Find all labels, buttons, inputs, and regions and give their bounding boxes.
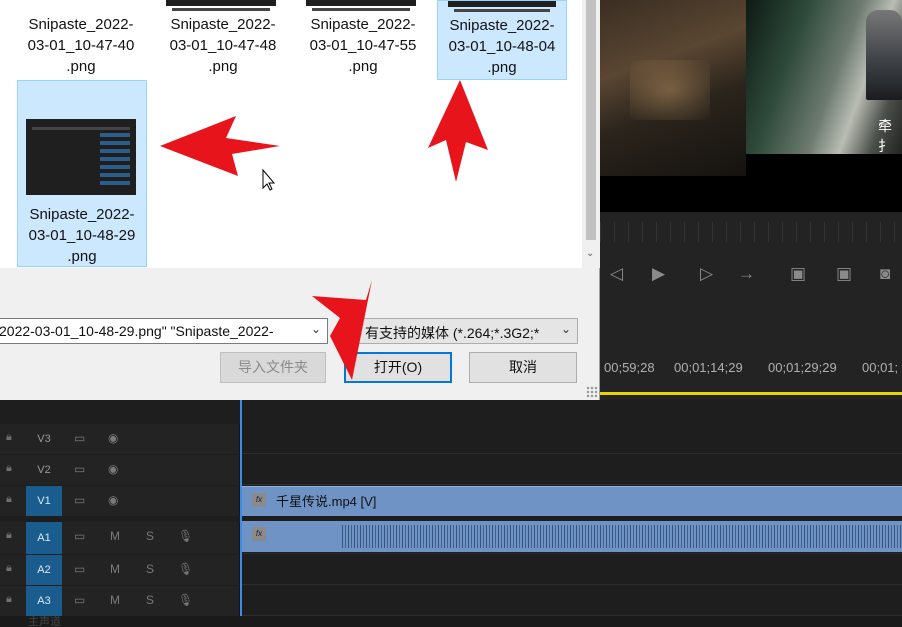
file-name: Snipaste_2022- 03-01_10-48-04 .png	[448, 17, 556, 76]
sync-lock-icon[interactable]: ▭	[74, 431, 85, 445]
file-name: Snipaste_2022- 03-01_10-47-40 .png	[27, 16, 135, 75]
video-frame-left	[600, 0, 746, 176]
vertical-scrollbar[interactable]: ⌄	[582, 0, 600, 268]
chevron-down-icon[interactable]: ⌄	[311, 322, 321, 336]
eye-icon[interactable]: ◉	[108, 462, 118, 476]
file-item[interactable]: Snipaste_2022- 03-01_10-47-55 .png	[298, 0, 428, 80]
file-thumbnail	[306, 0, 416, 11]
track-name[interactable]: A1	[26, 522, 62, 554]
lock-icon[interactable]: 🔒︎	[6, 562, 16, 574]
chevron-down-icon[interactable]: ⌄	[561, 322, 571, 336]
timeline-ruler[interactable]: 00;59;28 00;01;14;29 00;01;29;29 00;01;	[600, 300, 902, 400]
microphone-icon[interactable]: 🎙︎	[178, 529, 193, 543]
timecode-label: 00;01;29;29	[768, 360, 837, 375]
play-icon[interactable]: ▶	[652, 264, 665, 284]
track-header: 🔒︎ V2 ▭ ◉	[0, 455, 240, 485]
file-type-value: 有支持的媒体 (*.264;*.3G2;*	[365, 325, 540, 341]
timecode-label: 00;59;28	[604, 360, 655, 375]
solo-button[interactable]: S	[146, 593, 154, 607]
track-header: 🔒︎ A2 ▭ M S 🎙︎	[0, 555, 240, 585]
fx-badge[interactable]: fx	[252, 527, 266, 541]
file-type-filter[interactable]: 有支持的媒体 (*.264;*.3G2;* ⌄	[342, 318, 578, 344]
microphone-icon[interactable]: 🎙︎	[178, 593, 193, 607]
video-preview: 牵扌	[600, 0, 902, 212]
step-forward-icon[interactable]: ▷	[700, 264, 713, 284]
track-row-v2: 🔒︎ V2 ▭ ◉	[0, 455, 902, 485]
filename-value: 2022-03-01_10-48-29.png" "Snipaste_2022-	[0, 323, 274, 339]
eye-icon[interactable]: ◉	[108, 493, 118, 507]
lock-icon[interactable]: 🔒︎	[6, 431, 16, 443]
lock-icon[interactable]: 🔒︎	[6, 529, 16, 541]
fx-badge[interactable]: fx	[252, 493, 266, 507]
sync-lock-icon[interactable]: ▭	[74, 493, 85, 507]
track-name[interactable]: V1	[26, 486, 62, 516]
lock-icon[interactable]: 🔒︎	[6, 593, 16, 605]
mute-button[interactable]: M	[110, 593, 120, 607]
step-back-icon[interactable]: ◁	[610, 264, 623, 284]
go-to-out-icon[interactable]: →	[738, 264, 755, 284]
eye-icon[interactable]: ◉	[108, 431, 118, 445]
track-header: 🔒︎ A1 ▭ M S 🎙︎	[0, 522, 240, 554]
audio-waveform	[342, 525, 902, 548]
overwrite-icon[interactable]: ▣	[836, 264, 852, 284]
video-clip[interactable]: fx 千星传说.mp4 [V]	[242, 486, 902, 516]
track-row-a3: 🔒︎ A3 ▭ M S 🎙︎	[0, 586, 902, 616]
file-item[interactable]: Snipaste_2022- 03-01_10-47-48 .png	[158, 0, 288, 80]
scrollbar-thumb[interactable]	[586, 0, 596, 240]
program-monitor: 牵扌 ◁ ▶ ▷ → ▣ ▣ ◙	[600, 0, 902, 300]
sync-lock-icon[interactable]: ▭	[74, 562, 85, 576]
import-folder-button[interactable]: 导入文件夹	[220, 352, 326, 383]
playhead[interactable]	[240, 400, 242, 627]
file-name: Snipaste_2022- 03-01_10-47-55 .png	[309, 16, 417, 75]
sync-lock-icon[interactable]: ▭	[74, 462, 85, 476]
file-item[interactable]: Snipaste_2022- 03-01_10-47-40 .png	[16, 0, 146, 80]
clip-label: 千星传说.mp4 [V]	[276, 494, 377, 509]
track-row-a2: 🔒︎ A2 ▭ M S 🎙︎	[0, 555, 902, 585]
lock-icon[interactable]: 🔒︎	[6, 462, 16, 474]
mute-button[interactable]: M	[110, 562, 120, 576]
filename-field[interactable]: 2022-03-01_10-48-29.png" "Snipaste_2022-…	[0, 318, 328, 344]
screen: 牵扌 ◁ ▶ ▷ → ▣ ▣ ◙ 00;59;28 00;01;14;29 00…	[0, 0, 902, 627]
monitor-time-ruler[interactable]	[600, 222, 902, 242]
file-name: Snipaste_2022- 03-01_10-48-29 .png	[28, 206, 136, 265]
resize-grip[interactable]	[586, 386, 598, 398]
sync-lock-icon[interactable]: ▭	[74, 593, 85, 607]
audio-clip[interactable]: fx	[242, 521, 902, 552]
track-header: 🔒︎ A3 ▭ M S 🎙︎	[0, 586, 240, 616]
mute-button[interactable]: M	[110, 529, 120, 543]
master-track-label: 主声道	[28, 616, 61, 627]
track-row-v3: 🔒︎ V3 ▭ ◉	[0, 424, 902, 454]
timecode-label: 00;01;14;29	[674, 360, 743, 375]
track-name[interactable]: A3	[26, 586, 62, 616]
track-name[interactable]: A2	[26, 555, 62, 585]
track-name[interactable]: V2	[26, 455, 62, 485]
insert-icon[interactable]: ▣	[790, 264, 806, 284]
file-item-selected[interactable]: Snipaste_2022- 03-01_10-48-04 .png	[437, 0, 567, 80]
file-name: Snipaste_2022- 03-01_10-47-48 .png	[169, 16, 277, 75]
master-track-strip: 主声道	[0, 616, 902, 627]
file-thumbnail	[26, 119, 136, 195]
file-item-selected[interactable]: Snipaste_2022- 03-01_10-48-29 .png	[17, 80, 147, 267]
video-subtitle: 牵扌	[878, 118, 892, 154]
file-thumbnail	[166, 0, 276, 11]
camera-icon[interactable]: ◙	[880, 264, 890, 284]
transport-controls: ◁ ▶ ▷ → ▣ ▣ ◙	[600, 256, 902, 292]
microphone-icon[interactable]: 🎙︎	[178, 562, 193, 576]
file-thumbnail	[448, 1, 556, 12]
open-button[interactable]: 打开(O)	[344, 352, 452, 383]
lock-icon[interactable]: 🔒︎	[6, 493, 16, 505]
sync-lock-icon[interactable]: ▭	[74, 529, 85, 543]
chevron-down-icon[interactable]: ⌄	[586, 248, 594, 259]
solo-button[interactable]: S	[146, 562, 154, 576]
open-file-dialog: Snipaste_2022- 03-01_10-47-40 .png Snipa…	[0, 0, 600, 400]
work-area-bar[interactable]	[600, 392, 902, 395]
timecode-label: 00;01;	[862, 360, 899, 375]
solo-button[interactable]: S	[146, 529, 154, 543]
cancel-button[interactable]: 取消	[469, 352, 577, 383]
track-header: 🔒︎ V3 ▭ ◉	[0, 424, 240, 454]
track-name[interactable]: V3	[26, 424, 62, 454]
file-list[interactable]: Snipaste_2022- 03-01_10-47-40 .png Snipa…	[0, 0, 582, 268]
track-header: 🔒︎ V1 ▭ ◉	[0, 486, 240, 516]
